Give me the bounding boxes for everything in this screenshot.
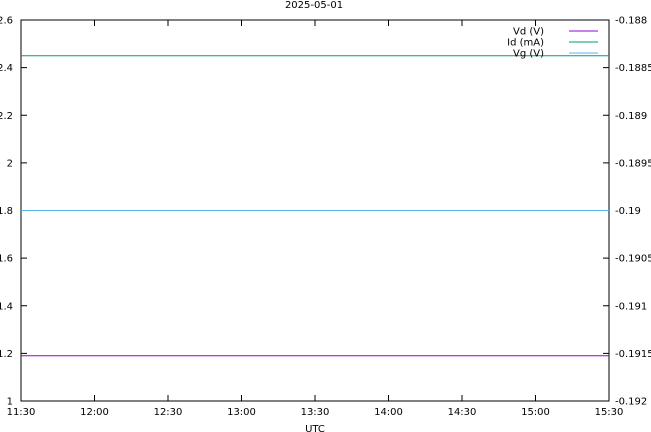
x-axis-label: UTC	[305, 424, 325, 432]
legend-label: Vg (V)	[513, 49, 544, 60]
left-y-tick-label: 2.6	[0, 16, 13, 27]
left-y-tick-label: 2.4	[0, 63, 13, 74]
legend: Vd (V)Id (mA)Vg (V)	[507, 27, 598, 60]
right-y-tick-label: -0.1915	[615, 349, 651, 360]
x-tick-label: 14:30	[448, 407, 477, 418]
x-tick-label: 14:00	[374, 407, 403, 418]
left-y-tick-label: 1.2	[0, 349, 13, 360]
left-y-axis: 1 1.2 1.4 1.6 1.8 2 2.2 2.4 2.6	[0, 16, 27, 408]
left-y-tick-label: 1	[7, 397, 13, 408]
legend-label: Vd (V)	[513, 27, 544, 38]
left-y-tick-label: 1.6	[0, 254, 13, 265]
x-tick-label: 13:00	[227, 407, 256, 418]
x-axis: 11:30 12:00 12:30 13:00 13:30 14:00 14:30 15:00…	[7, 20, 624, 418]
right-y-tick-label: -0.1895	[615, 158, 651, 169]
right-y-tick-label: -0.188	[615, 16, 647, 27]
legend-label: Id (mA)	[507, 38, 544, 49]
x-tick-label: 15:00	[521, 407, 550, 418]
series-group	[21, 55, 609, 357]
chart: 2025-05-01 1 1.2 1.4 1.6 1.8 2 2.2 2.4 2.6 -0.19…	[0, 0, 651, 432]
left-y-tick-label: 1.4	[0, 301, 13, 312]
left-y-tick-label: 2	[7, 158, 13, 169]
x-tick-label: 12:00	[80, 407, 109, 418]
right-y-tick-label: -0.19	[615, 206, 641, 217]
x-tick-label: 12:30	[154, 407, 183, 418]
chart-title: 2025-05-01	[285, 0, 343, 11]
x-tick-label: 11:30	[7, 407, 36, 418]
right-y-tick-label: -0.1905	[615, 254, 651, 265]
right-y-tick-label: -0.192	[615, 397, 647, 408]
left-y-tick-label: 1.8	[0, 206, 13, 217]
right-y-tick-label: -0.1885	[615, 63, 651, 74]
right-y-tick-label: -0.189	[615, 111, 647, 122]
right-y-axis: -0.192 -0.1915 -0.191 -0.1905 -0.19 -0.1895 -0…	[603, 16, 651, 408]
x-tick-label: 13:30	[301, 407, 330, 418]
right-y-tick-label: -0.191	[615, 301, 647, 312]
x-tick-label: 15:30	[595, 407, 624, 418]
left-y-tick-label: 2.2	[0, 111, 13, 122]
